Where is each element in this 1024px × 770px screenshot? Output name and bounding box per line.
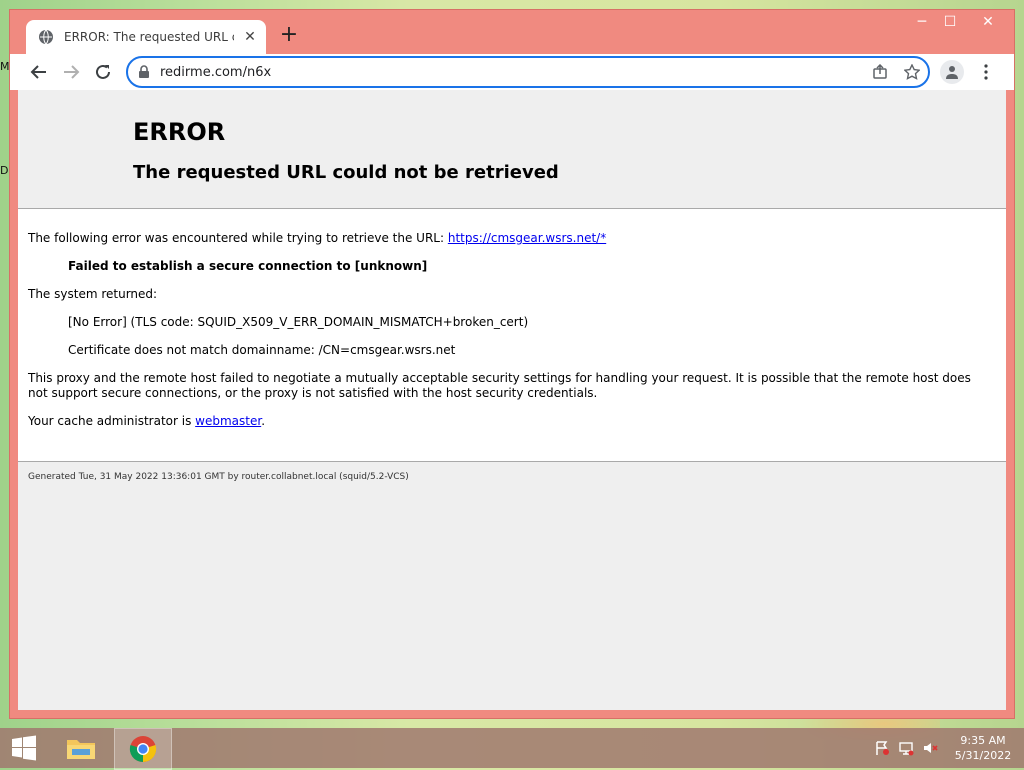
system-returned-label: The system returned: bbox=[28, 287, 158, 301]
desktop-edge-label-d: D bbox=[0, 164, 9, 177]
browser-toolbar: redirme.com/n6x bbox=[10, 54, 1014, 90]
close-window-button[interactable]: ✕ bbox=[972, 12, 1004, 32]
error-title: ERROR bbox=[133, 118, 226, 146]
reload-icon bbox=[96, 64, 110, 79]
windows-logo-icon bbox=[12, 735, 36, 761]
tab-close-button[interactable]: ✕ bbox=[240, 27, 260, 47]
clock-date: 5/31/2022 bbox=[954, 749, 1012, 762]
error-footer: Generated Tue, 31 May 2022 13:36:01 GMT … bbox=[18, 461, 1006, 710]
folder-icon bbox=[67, 740, 95, 759]
tab-title: ERROR: The requested URL could bbox=[64, 30, 234, 44]
admin-paragraph: Your cache administrator is webmaster. bbox=[28, 414, 993, 429]
forward-button[interactable] bbox=[60, 61, 82, 83]
system-clock[interactable]: 9:35 AM 5/31/2022 bbox=[948, 733, 1018, 763]
webmaster-link[interactable]: webmaster bbox=[195, 414, 261, 428]
admin-prefix: Your cache administrator is bbox=[28, 414, 196, 428]
intro-text: The following error was encountered whil… bbox=[28, 231, 448, 245]
profile-avatar-button[interactable] bbox=[940, 60, 964, 84]
reload-button[interactable] bbox=[92, 61, 114, 83]
person-icon bbox=[946, 66, 958, 79]
desktop-edge-label-m: M bbox=[0, 60, 10, 73]
failure-message: Failed to establish a secure connection … bbox=[68, 259, 428, 273]
back-button[interactable] bbox=[28, 61, 50, 83]
generated-info: Generated Tue, 31 May 2022 13:36:01 GMT … bbox=[28, 472, 409, 482]
error-body: The following error was encountered whil… bbox=[28, 231, 993, 442]
taskbar: 9:35 AM 5/31/2022 bbox=[0, 728, 1024, 770]
browser-menu-button[interactable] bbox=[978, 62, 994, 82]
start-button[interactable] bbox=[0, 728, 48, 768]
action-center-flag-icon[interactable] bbox=[872, 728, 892, 768]
new-tab-button[interactable]: + bbox=[278, 24, 300, 46]
requested-url-link[interactable]: https://cmsgear.wsrs.net/* bbox=[448, 231, 606, 245]
admin-suffix: . bbox=[261, 414, 266, 428]
title-bar[interactable]: ERROR: The requested URL could ✕ + ─ ☐ ✕ bbox=[10, 10, 1014, 54]
intro-paragraph: The following error was encountered whil… bbox=[28, 231, 993, 246]
url-text[interactable]: redirme.com/n6x bbox=[160, 65, 271, 80]
tab-active[interactable]: ERROR: The requested URL could ✕ bbox=[26, 20, 266, 54]
clock-time: 9:35 AM bbox=[960, 734, 1006, 747]
browser-window: ERROR: The requested URL could ✕ + ─ ☐ ✕… bbox=[10, 10, 1014, 718]
arrow-left-icon bbox=[30, 65, 46, 79]
address-bar[interactable]: redirme.com/n6x bbox=[126, 56, 930, 88]
chrome-taskbar-button[interactable] bbox=[114, 728, 172, 770]
file-explorer-button[interactable] bbox=[58, 728, 104, 768]
page-content: ERROR The requested URL could not be ret… bbox=[18, 90, 1006, 710]
volume-muted-icon[interactable] bbox=[920, 728, 940, 768]
tls-code-text: [No Error] (TLS code: SQUID_X509_V_ERR_D… bbox=[68, 315, 529, 329]
network-icon[interactable] bbox=[896, 728, 916, 768]
error-header: ERROR The requested URL could not be ret… bbox=[18, 90, 1006, 209]
explanation-text: This proxy and the remote host failed to… bbox=[28, 371, 971, 400]
error-subtitle: The requested URL could not be retrieved bbox=[133, 162, 559, 183]
cert-mismatch-text: Certificate does not match domainname: /… bbox=[68, 343, 456, 357]
arrow-right-icon bbox=[64, 65, 80, 79]
bookmark-star-icon[interactable] bbox=[904, 64, 920, 80]
lock-icon[interactable] bbox=[138, 65, 150, 79]
maximize-button[interactable]: ☐ bbox=[934, 12, 966, 32]
globe-icon bbox=[38, 29, 54, 45]
chrome-icon bbox=[129, 736, 157, 763]
kebab-menu-icon bbox=[984, 64, 988, 80]
share-icon[interactable] bbox=[872, 64, 888, 80]
